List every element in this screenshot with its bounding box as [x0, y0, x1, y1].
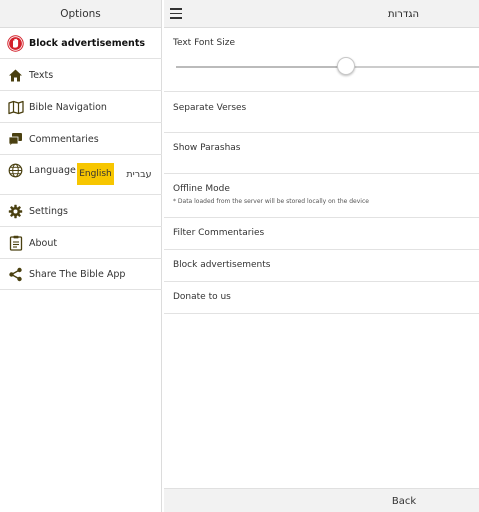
option-share-label: Share The Bible App	[29, 269, 126, 280]
offline-mode-note: * Data loaded from the server will be st…	[173, 198, 369, 205]
settings-title: הגדרות	[387, 8, 419, 20]
setting-donate[interactable]: Donate to us	[164, 283, 479, 314]
option-block-ads-label: Block advertisements	[29, 38, 146, 49]
option-commentaries[interactable]: Commentaries	[0, 124, 162, 155]
options-header: Options	[0, 0, 161, 28]
globe-icon	[7, 162, 24, 179]
settings-panel: הגדרות Text Font Size Separate Verses Sh…	[164, 0, 479, 512]
setting-separate-verses[interactable]: Separate Verses	[164, 93, 479, 133]
option-settings[interactable]: Settings	[0, 196, 162, 227]
hand-stop-icon	[7, 35, 24, 52]
settings-footer: Back	[164, 488, 479, 512]
option-language-label: Language	[29, 165, 76, 176]
map-icon	[7, 99, 24, 116]
option-about-label: About	[29, 238, 58, 249]
option-block-ads[interactable]: Block advertisements	[0, 29, 162, 59]
language-hebrew-button[interactable]: עברית	[120, 163, 158, 185]
setting-filter-commentaries[interactable]: Filter Commentaries	[164, 219, 479, 250]
offline-mode-label: Offline Mode	[173, 184, 230, 194]
font-size-label: Text Font Size	[173, 38, 235, 48]
home-icon	[7, 67, 24, 84]
option-bible-navigation[interactable]: Bible Navigation	[0, 92, 162, 123]
option-texts-label: Texts	[29, 70, 54, 81]
setting-block-advertisements[interactable]: Block advertisements	[164, 251, 479, 282]
chat-icon	[7, 131, 24, 148]
font-size-slider-thumb[interactable]	[336, 57, 355, 75]
donate-label: Donate to us	[173, 292, 231, 302]
block-advertisements-label: Block advertisements	[173, 260, 271, 270]
filter-commentaries-label: Filter Commentaries	[173, 228, 265, 238]
separate-verses-label: Separate Verses	[173, 103, 247, 113]
share-icon	[7, 266, 24, 283]
language-english-button[interactable]: English	[77, 163, 114, 185]
options-title: Options	[60, 7, 101, 20]
option-share[interactable]: Share The Bible App	[0, 260, 162, 290]
setting-offline-mode[interactable]: Offline Mode * Data loaded from the serv…	[164, 175, 479, 218]
back-button[interactable]: Back	[382, 489, 426, 512]
clipboard-icon	[7, 235, 24, 252]
setting-show-parashas[interactable]: Show Parashas	[164, 134, 479, 174]
option-settings-label: Settings	[29, 206, 68, 217]
setting-font-size: Text Font Size	[164, 29, 479, 92]
option-texts[interactable]: Texts	[0, 60, 162, 91]
show-parashas-label: Show Parashas	[173, 143, 241, 153]
gear-icon	[7, 203, 24, 220]
settings-header: הגדרות	[164, 0, 479, 28]
option-commentaries-label: Commentaries	[29, 134, 99, 145]
option-bible-navigation-label: Bible Navigation	[29, 102, 107, 113]
hamburger-menu-icon[interactable]	[170, 8, 182, 19]
option-about[interactable]: About	[0, 228, 162, 259]
font-size-slider-fill	[176, 66, 346, 68]
font-size-slider-track[interactable]	[176, 66, 479, 68]
options-panel: Options Block advertisements Texts Bible…	[0, 0, 162, 512]
